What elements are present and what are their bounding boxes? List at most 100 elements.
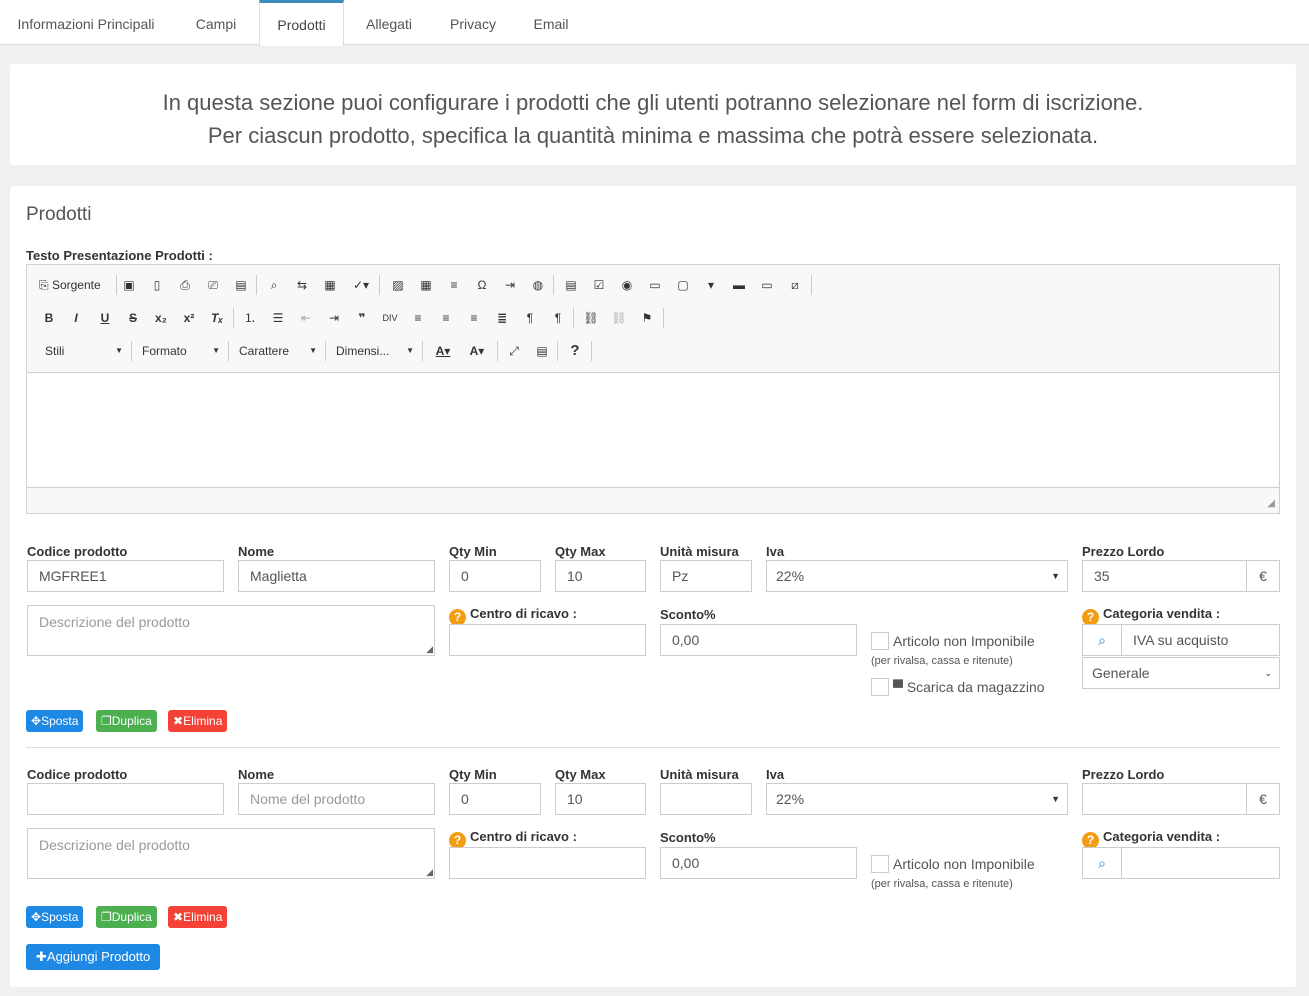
- editor-content-area[interactable]: [27, 373, 1279, 486]
- sposta-button[interactable]: ✥Sposta: [26, 906, 84, 928]
- qty-min-input[interactable]: 0: [449, 560, 541, 592]
- elimina-button[interactable]: ✖Elimina: [168, 906, 228, 928]
- nome-input[interactable]: Nome del prodotto: [238, 783, 435, 815]
- align-right-icon[interactable]: ≡: [463, 307, 485, 329]
- prezzo-lordo-input[interactable]: [1082, 783, 1247, 815]
- hiddenfield-icon[interactable]: ⧄: [784, 274, 806, 296]
- help-icon[interactable]: ?: [564, 340, 586, 362]
- outdent-icon[interactable]: ⇤: [295, 307, 317, 329]
- elimina-button[interactable]: ✖Elimina: [168, 710, 228, 732]
- descrizione-textarea[interactable]: Descrizione del prodotto ◢: [27, 828, 435, 879]
- ltr-icon[interactable]: ¶: [519, 307, 541, 329]
- nome-input[interactable]: Maglietta: [238, 560, 435, 592]
- articolo-non-imponibile-checkbox[interactable]: [871, 855, 889, 873]
- div-icon[interactable]: DIV: [379, 307, 401, 329]
- tab-email[interactable]: Email: [512, 0, 590, 45]
- sconto-input[interactable]: 0,00: [660, 847, 857, 879]
- tab-informazioni-principali[interactable]: Informazioni Principali: [0, 0, 172, 45]
- iframe-icon[interactable]: ⇥: [499, 274, 521, 296]
- source-button[interactable]: ⎘ Sorgente: [39, 274, 115, 296]
- scarica-magazzino-checkbox[interactable]: [871, 678, 889, 696]
- codice-prodotto-input[interactable]: [27, 783, 224, 815]
- duplica-button[interactable]: ❐Duplica: [96, 710, 157, 732]
- bold-icon[interactable]: B: [38, 307, 60, 329]
- size-combo[interactable]: Dimensi... ▼: [336, 340, 414, 362]
- form-icon[interactable]: ▤: [560, 274, 582, 296]
- sconto-input[interactable]: 0,00: [660, 624, 857, 656]
- button-icon[interactable]: ▬: [728, 274, 750, 296]
- sposta-button[interactable]: ✥Sposta: [26, 710, 84, 732]
- table-icon[interactable]: ▦: [415, 274, 437, 296]
- tab-allegati[interactable]: Allegati: [344, 0, 434, 45]
- qty-max-input[interactable]: 10: [555, 783, 646, 815]
- unlink-icon[interactable]: ⛓: [608, 307, 630, 329]
- show-blocks-icon[interactable]: ▤: [531, 340, 553, 362]
- align-center-icon[interactable]: ≡: [435, 307, 457, 329]
- remove-format-icon[interactable]: Tₓ: [206, 307, 228, 329]
- new-page-icon[interactable]: ▯: [146, 274, 168, 296]
- special-char-icon[interactable]: Ω: [471, 274, 493, 296]
- superscript-icon[interactable]: x²: [178, 307, 200, 329]
- aggiungi-prodotto-button[interactable]: ✚Aggiungi Prodotto: [26, 944, 161, 970]
- rtl-icon[interactable]: ¶: [547, 307, 569, 329]
- spellcheck-icon[interactable]: ✓▾: [347, 274, 375, 296]
- duplica-button[interactable]: ❐Duplica: [96, 906, 157, 928]
- templates-icon[interactable]: ▤: [230, 274, 252, 296]
- products-panel: Prodotti Testo Presentazione Prodotti : …: [10, 186, 1296, 987]
- align-left-icon[interactable]: ≡: [407, 307, 429, 329]
- imagebutton-icon[interactable]: ▭: [756, 274, 778, 296]
- indent-icon[interactable]: ⇥: [323, 307, 345, 329]
- find-icon[interactable]: ⌕: [263, 274, 285, 296]
- unita-misura-input[interactable]: Pz: [660, 560, 752, 592]
- descrizione-textarea[interactable]: Descrizione del prodotto ◢: [27, 605, 435, 656]
- tab-privacy[interactable]: Privacy: [434, 0, 512, 45]
- prezzo-lordo-input[interactable]: 35: [1082, 560, 1247, 592]
- codice-prodotto-input[interactable]: MGFREE1: [27, 560, 224, 592]
- centro-ricavo-input[interactable]: [449, 847, 646, 879]
- magazzino-select[interactable]: Generale ⌄: [1082, 657, 1280, 689]
- italic-icon[interactable]: I: [65, 307, 87, 329]
- print-icon[interactable]: ⎚: [202, 274, 224, 296]
- horizontal-rule-icon[interactable]: ≡: [443, 274, 465, 296]
- justify-icon[interactable]: ≣: [491, 307, 513, 329]
- bulleted-list-icon[interactable]: ☰: [267, 307, 289, 329]
- font-combo[interactable]: Carattere ▼: [239, 340, 317, 362]
- preview-icon[interactable]: ⎙: [174, 274, 196, 296]
- select-all-icon[interactable]: ▦: [319, 274, 341, 296]
- underline-icon[interactable]: U: [94, 307, 116, 329]
- link-icon[interactable]: ⛓: [580, 307, 602, 329]
- centro-ricavo-input[interactable]: [449, 624, 646, 656]
- text-color-icon[interactable]: A▾: [430, 340, 456, 362]
- tab-campi[interactable]: Campi: [172, 0, 260, 45]
- articolo-non-imponibile-checkbox[interactable]: [871, 632, 889, 650]
- iva-select[interactable]: 22% ▼: [766, 560, 1068, 592]
- select-icon[interactable]: ▾: [700, 274, 722, 296]
- bg-color-icon[interactable]: A▾: [464, 340, 490, 362]
- categoria-search-button[interactable]: ⌕: [1082, 624, 1122, 656]
- image-icon[interactable]: ▨: [387, 274, 409, 296]
- maximize-icon[interactable]: ⤢: [503, 340, 525, 362]
- categoria-vendita-input[interactable]: IVA su acquisto: [1121, 624, 1280, 656]
- categoria-vendita-input[interactable]: [1121, 847, 1280, 879]
- strike-icon[interactable]: S: [122, 307, 144, 329]
- categoria-search-button[interactable]: ⌕: [1082, 847, 1122, 879]
- radio-icon[interactable]: ◉: [616, 274, 638, 296]
- replace-icon[interactable]: ⇆: [291, 274, 313, 296]
- textfield-icon[interactable]: ▭: [644, 274, 666, 296]
- format-combo[interactable]: Formato ▼: [142, 340, 220, 362]
- blockquote-icon[interactable]: ❞: [351, 307, 373, 329]
- tab-prodotti[interactable]: Prodotti: [259, 0, 344, 46]
- textarea-icon[interactable]: ▢: [672, 274, 694, 296]
- globe-icon[interactable]: ◍: [527, 274, 549, 296]
- styles-combo[interactable]: Stili ▼: [45, 340, 123, 362]
- numbered-list-icon[interactable]: ⒈: [239, 307, 261, 329]
- iva-select[interactable]: 22% ▼: [766, 783, 1068, 815]
- subscript-icon[interactable]: x₂: [150, 307, 172, 329]
- checkbox-icon[interactable]: ☑: [588, 274, 610, 296]
- qty-max-input[interactable]: 10: [555, 560, 646, 592]
- anchor-icon[interactable]: ⚑: [636, 307, 658, 329]
- qty-min-input[interactable]: 0: [449, 783, 541, 815]
- save-icon[interactable]: ▣: [118, 274, 140, 296]
- unita-misura-input[interactable]: [660, 783, 752, 815]
- resize-grip-icon[interactable]: ◢: [1267, 498, 1275, 509]
